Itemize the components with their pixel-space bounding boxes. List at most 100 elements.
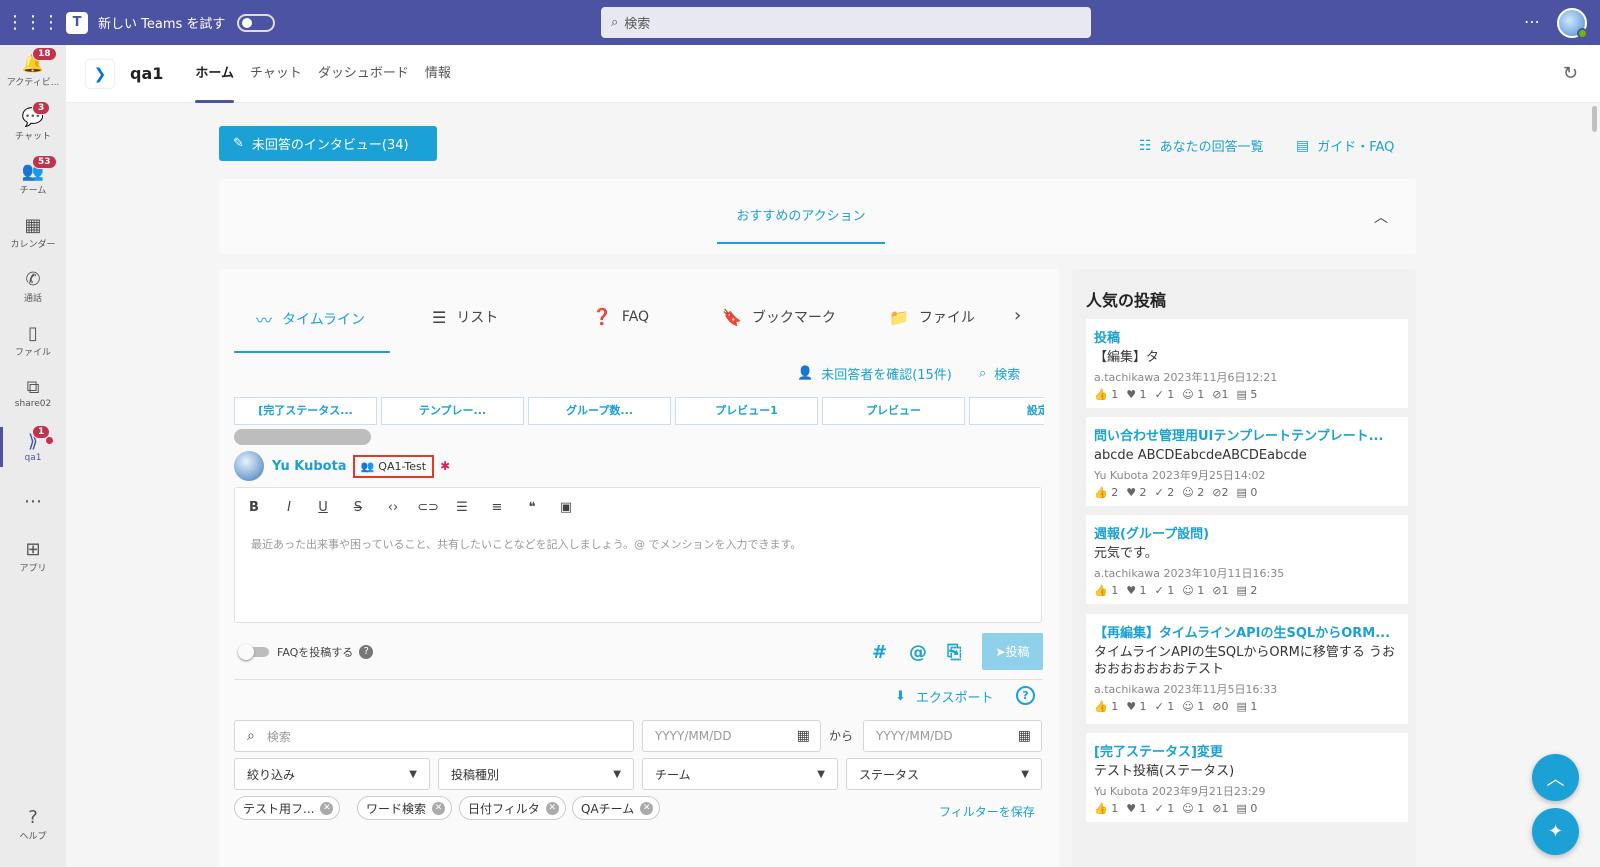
rail-qa1[interactable]: ⟫ 1 qa1 xyxy=(0,425,66,467)
more-options-icon[interactable]: ⋯ xyxy=(1524,12,1540,31)
global-search-input[interactable]: ⌕ 検索 xyxy=(601,7,1091,38)
chevron-right-icon[interactable]: › xyxy=(1014,305,1021,326)
filter-tag[interactable]: 日付フィルタ ✕ xyxy=(459,796,566,820)
filter-tag[interactable]: テスト用フ... ✕ xyxy=(234,796,341,820)
app-name: qa1 xyxy=(130,64,164,83)
export-button[interactable]: ⬇ エクスポート xyxy=(895,687,994,706)
tab-files[interactable]: 📁 ファイル xyxy=(889,307,975,327)
rail-apps[interactable]: ⊞ アプリ xyxy=(0,539,66,574)
mention-icon[interactable]: @ xyxy=(909,642,927,663)
attachment-icon[interactable]: ⎘ xyxy=(947,642,961,663)
post-body: 元気です。 xyxy=(1094,546,1158,561)
refresh-icon[interactable]: ↻ xyxy=(1563,63,1578,84)
try-new-teams-toggle[interactable] xyxy=(237,13,276,32)
italic-icon[interactable]: I xyxy=(276,500,302,515)
post-title[interactable]: 投稿 xyxy=(1094,327,1400,346)
popular-post-card[interactable]: 問い合わせ管理用UIテンプレートテンプレート... abcde ABCDEabc… xyxy=(1086,417,1408,506)
rail-chat[interactable]: 💬 3 チャット xyxy=(0,101,66,142)
file-icon: ▯ xyxy=(28,323,38,344)
status-select[interactable]: ステータス ▼ xyxy=(846,758,1042,790)
rail-activity[interactable]: 🔔 18 アクティビ... xyxy=(0,47,66,88)
rail-teams[interactable]: 👥 53 チーム xyxy=(0,155,66,196)
dropdown-arrow-icon: ▼ xyxy=(409,768,417,780)
timeline-search-input[interactable]: ⌕ 検索 xyxy=(234,720,634,752)
scroll-top-button[interactable]: ︿ xyxy=(1532,754,1579,801)
rail-more[interactable]: ⋯ xyxy=(0,491,66,513)
close-icon[interactable]: ✕ xyxy=(545,801,559,815)
quote-icon[interactable]: ❝ xyxy=(519,500,545,515)
calendar-icon[interactable]: ▦ xyxy=(797,728,810,744)
numbered-list-icon[interactable]: ≡ xyxy=(484,500,510,515)
close-icon[interactable]: ✕ xyxy=(640,801,654,815)
post-as-faq-toggle[interactable]: FAQを投稿する ? xyxy=(238,644,374,660)
post-title[interactable]: [完了ステータス]変更 xyxy=(1094,741,1400,760)
narrow-down-select[interactable]: 絞り込み ▼ xyxy=(234,758,430,790)
chevron-up-icon[interactable]: ︿ xyxy=(1374,207,1388,227)
search-link[interactable]: ⌕ 検索 xyxy=(979,364,1020,383)
filter-chip[interactable]: プレビュー1 xyxy=(675,397,818,425)
post-button[interactable]: ➤ 投稿 xyxy=(982,633,1043,670)
unanswered-interviews-button[interactable]: ✎ 未回答のインタビュー(34) xyxy=(219,126,437,161)
help-icon[interactable]: ? xyxy=(359,645,374,659)
hashtag-icon[interactable]: # xyxy=(872,642,887,663)
ai-sparkle-button[interactable]: ✦ xyxy=(1532,808,1579,855)
filter-chip[interactable]: 設定ｵ xyxy=(969,397,1044,425)
tab-timeline[interactable]: 〰タイムライン xyxy=(256,307,365,331)
strikethrough-icon[interactable]: S xyxy=(345,500,371,515)
bullet-list-icon[interactable]: ☰ xyxy=(449,500,475,515)
filter-chip[interactable]: [完了ステータス... xyxy=(234,397,377,425)
rail-files[interactable]: ▯ ファイル xyxy=(0,323,66,358)
filter-chip[interactable]: グループ数... xyxy=(528,397,671,425)
horizontal-scrollbar[interactable] xyxy=(234,429,371,445)
popular-post-card[interactable]: 投稿 【編集】タ a.tachikawa 2023年11月6日12:21 👍 1… xyxy=(1086,319,1408,408)
rail-share02[interactable]: ⧉ share02 xyxy=(0,377,66,409)
tab-recommended-actions[interactable]: おすすめのアクション xyxy=(717,205,885,244)
tab-dashboard[interactable]: ダッシュボード xyxy=(318,45,409,103)
image-icon[interactable]: ▣ xyxy=(553,500,579,515)
underline-icon[interactable]: U xyxy=(310,500,336,515)
popular-post-card[interactable]: [完了ステータス]変更 テスト投稿(ステータス) Yu Kubota 2023年… xyxy=(1086,733,1408,822)
tab-list[interactable]: ☰ リスト xyxy=(432,307,498,327)
post-editor[interactable]: B I U S ‹› ⊂⊃ ☰ ≡ ❝ ▣ 最近あった出来事や困っていること、共… xyxy=(234,487,1042,623)
popular-post-card[interactable]: 週報(グループ設問) 元気です。 a.tachikawa 2023年10月11日… xyxy=(1086,515,1408,604)
author-name[interactable]: Yu Kubota xyxy=(272,459,347,474)
timeline-panel: 〰タイムライン ☰ リスト ❓ FAQ 🔖 ブックマーク 📁 ファイル › 👤 未回答者を… xyxy=(219,269,1059,867)
filter-chip[interactable]: テンプレー... xyxy=(381,397,524,425)
user-avatar[interactable] xyxy=(1557,8,1588,39)
tab-info[interactable]: 情報 xyxy=(425,45,451,103)
tab-faq[interactable]: ❓ FAQ xyxy=(592,307,649,326)
rail-calendar[interactable]: ▦ カレンダー xyxy=(0,215,66,250)
scrollbar-thumb[interactable] xyxy=(1592,106,1597,132)
post-title[interactable]: 【再編集】タイムラインAPIの生SQLからORM... xyxy=(1094,622,1400,641)
faq-switch[interactable] xyxy=(238,644,269,660)
date-to-input[interactable]: YYYY/MM/DD ▦ xyxy=(863,720,1042,752)
rail-calls[interactable]: ✆ 通話 xyxy=(0,269,66,304)
guide-faq-link[interactable]: ▤ ガイド・FAQ xyxy=(1296,136,1394,156)
save-filter-link[interactable]: フィルターを保存 xyxy=(939,803,1035,820)
filter-tag[interactable]: ワード検索 ✕ xyxy=(357,796,453,820)
date-from-input[interactable]: YYYY/MM/DD ▦ xyxy=(642,720,821,752)
link-icon[interactable]: ⊂⊃ xyxy=(415,500,441,515)
question-circle-icon[interactable]: ? xyxy=(1016,686,1035,705)
my-answers-link[interactable]: ☷ あなたの回答一覧 xyxy=(1139,136,1264,156)
filter-chip[interactable]: プレビュー xyxy=(822,397,965,425)
post-title[interactable]: 週報(グループ設問) xyxy=(1094,523,1400,542)
team-select[interactable]: チーム ▼ xyxy=(642,758,838,790)
calendar-icon[interactable]: ▦ xyxy=(1018,728,1031,744)
tab-home[interactable]: ホーム xyxy=(195,45,234,103)
check-unanswered-link[interactable]: 👤 未回答者を確認(15件) xyxy=(797,364,952,383)
code-icon[interactable]: ‹› xyxy=(380,500,406,515)
tab-chat[interactable]: チャット xyxy=(250,45,302,103)
popular-post-card[interactable]: 【再編集】タイムラインAPIの生SQLからORM... タイムラインAPIの生S… xyxy=(1086,614,1408,724)
rail-help[interactable]: ? ヘルプ xyxy=(0,807,66,842)
close-icon[interactable]: ✕ xyxy=(320,801,334,815)
app-launcher-icon[interactable]: ⋮⋮⋮ xyxy=(0,12,66,33)
filter-tag[interactable]: QAチーム ✕ xyxy=(572,796,661,820)
group-selector[interactable]: 👥 QA1-Test xyxy=(352,454,435,478)
tab-bookmark[interactable]: 🔖 ブックマーク xyxy=(722,307,836,327)
close-icon[interactable]: ✕ xyxy=(432,801,446,815)
post-title[interactable]: 問い合わせ管理用UIテンプレートテンプレート... xyxy=(1094,425,1400,444)
bold-icon[interactable]: B xyxy=(241,500,267,515)
page-scrollbar[interactable] xyxy=(1589,104,1600,867)
post-type-select[interactable]: 投稿種別 ▼ xyxy=(438,758,634,790)
